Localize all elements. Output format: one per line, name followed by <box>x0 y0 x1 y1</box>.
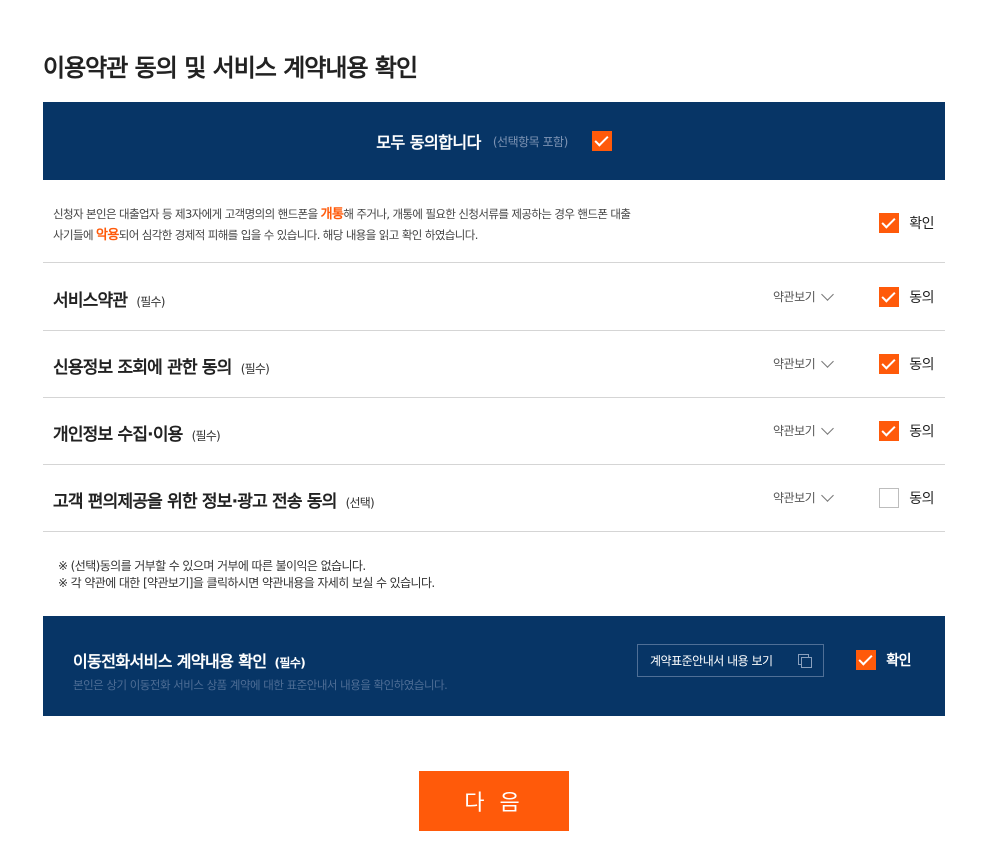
term-tag: (필수) <box>136 295 165 309</box>
term-title-text: 개인정보 수집·이용 <box>53 425 183 445</box>
fraud-notice-text: 신청자 본인은 대출업자 등 제3자에게 고객명의의 핸드폰을 개통해 주거나,… <box>53 204 773 246</box>
term-tag: (선택) <box>345 496 375 510</box>
term-tag: (필수) <box>191 429 221 443</box>
mobile-contract-box: 이동전화서비스 계약내용 확인 (필수) 본인은 상기 이동전화 서비스 상품 계… <box>43 616 945 716</box>
notice-text-3: 사기들에 <box>53 228 96 242</box>
term-agree-group[interactable]: 동의 <box>879 287 934 307</box>
view-terms-link[interactable]: 약관보기 <box>773 354 835 372</box>
agree-all-note: (선택항목 포함) <box>492 134 568 149</box>
notice-confirm-group[interactable]: 확인 <box>879 213 934 233</box>
notice-confirm-label: 확인 <box>909 216 934 232</box>
page: 이용약관 동의 및 서비스 계약내용 확인 모두 동의합니다 (선택항목 포함)… <box>0 0 988 847</box>
footnotes: ※ (선택)동의를 거부할 수 있으며 거부에 따른 불이익은 없습니다. ※ … <box>58 558 435 592</box>
term-agree-checkbox[interactable] <box>879 287 900 307</box>
mobile-contract-confirm-label: 확인 <box>886 653 911 669</box>
mobile-contract-confirm-checkbox[interactable] <box>856 650 877 670</box>
term-tag: (필수) <box>240 362 270 376</box>
term-row-marketing: 고객 편의제공을 위한 정보·광고 전송 동의 (선택) 약관보기 동의 <box>43 465 945 532</box>
term-title-text: 고객 편의제공을 위한 정보·광고 전송 동의 <box>53 492 337 512</box>
notice-highlight-misuse: 악용 <box>95 228 119 243</box>
term-agree-group[interactable]: 동의 <box>879 354 934 374</box>
term-agree-group[interactable]: 동의 <box>879 421 934 441</box>
mobile-contract-description: 본인은 상기 이동전화 서비스 상품 계약에 대한 표준안내서 내용을 확인하였… <box>73 678 448 692</box>
agree-all-label: 모두 동의합니다 <box>376 133 481 152</box>
term-title: 개인정보 수집·이용 (필수) <box>53 420 221 445</box>
view-terms-link[interactable]: 약관보기 <box>773 287 835 305</box>
view-terms-label: 약관보기 <box>773 491 816 505</box>
term-agree-label: 동의 <box>909 290 934 306</box>
term-agree-label: 동의 <box>909 357 934 373</box>
view-terms-label: 약관보기 <box>773 357 816 371</box>
notice-highlight-open: 개통 <box>320 207 344 222</box>
chevron-down-icon <box>821 287 835 301</box>
footnote: ※ (선택)동의를 거부할 수 있으며 거부에 따른 불이익은 없습니다. <box>58 559 366 573</box>
term-agree-group[interactable]: 동의 <box>879 488 934 508</box>
term-title: 신용정보 조회에 관한 동의 (필수) <box>53 353 270 378</box>
term-agree-checkbox[interactable] <box>879 488 900 508</box>
notice-text-2: 해 주거나, 개통에 필요한 신청서류를 제공하는 경우 핸드폰 대출 <box>343 207 631 221</box>
term-title-text: 신용정보 조회에 관한 동의 <box>53 358 232 378</box>
term-title: 서비스약관 (필수) <box>53 286 165 311</box>
term-agree-label: 동의 <box>909 424 934 440</box>
term-row-personal-info: 개인정보 수집·이용 (필수) 약관보기 동의 <box>43 398 945 465</box>
mobile-contract-tag: (필수) <box>274 656 306 670</box>
agree-all-checkbox[interactable] <box>591 131 612 151</box>
mobile-contract-title-text: 이동전화서비스 계약내용 확인 <box>73 652 267 671</box>
notice-text-1: 신청자 본인은 대출업자 등 제3자에게 고객명의의 핸드폰을 <box>53 207 321 221</box>
mobile-contract-title: 이동전화서비스 계약내용 확인 (필수) <box>73 648 306 672</box>
view-terms-label: 약관보기 <box>773 424 816 438</box>
view-terms-link[interactable]: 약관보기 <box>773 488 835 506</box>
mobile-contract-confirm-group[interactable]: 확인 <box>856 650 911 670</box>
notice-confirm-checkbox[interactable] <box>879 213 900 233</box>
next-button[interactable]: 다 음 <box>419 771 569 831</box>
term-agree-checkbox[interactable] <box>879 354 900 374</box>
terms-list: 서비스약관 (필수) 약관보기 동의 신용정보 조회에 관한 동의 (필수) 약… <box>43 264 945 532</box>
view-terms-label: 약관보기 <box>773 290 816 304</box>
popup-window-icon <box>798 654 812 668</box>
view-terms-link[interactable]: 약관보기 <box>773 421 835 439</box>
view-standard-guide-button[interactable]: 계약표준안내서 내용 보기 <box>637 644 824 677</box>
term-title-text: 서비스약관 <box>53 291 128 311</box>
term-row-service: 서비스약관 (필수) 약관보기 동의 <box>43 264 945 331</box>
chevron-down-icon <box>821 354 835 368</box>
fraud-notice: 신청자 본인은 대출업자 등 제3자에게 고객명의의 핸드폰을 개통해 주거나,… <box>43 180 945 263</box>
agree-all-bar[interactable]: 모두 동의합니다 (선택항목 포함) <box>43 102 945 180</box>
footnote: ※ 각 약관에 대한 [약관보기]을 클릭하시면 약관내용을 자세히 보실 수 … <box>58 576 435 590</box>
term-row-credit-info: 신용정보 조회에 관한 동의 (필수) 약관보기 동의 <box>43 331 945 398</box>
view-standard-guide-label: 계약표준안내서 내용 보기 <box>650 654 773 668</box>
term-agree-checkbox[interactable] <box>879 421 900 441</box>
chevron-down-icon <box>821 488 835 502</box>
term-title: 고객 편의제공을 위한 정보·광고 전송 동의 (선택) <box>53 487 375 512</box>
page-title: 이용약관 동의 및 서비스 계약내용 확인 <box>43 54 418 82</box>
chevron-down-icon <box>821 421 835 435</box>
notice-text-4: 되어 심각한 경제적 피해를 입을 수 있습니다. 해당 내용을 읽고 확인 하… <box>118 228 479 242</box>
term-agree-label: 동의 <box>909 491 934 507</box>
